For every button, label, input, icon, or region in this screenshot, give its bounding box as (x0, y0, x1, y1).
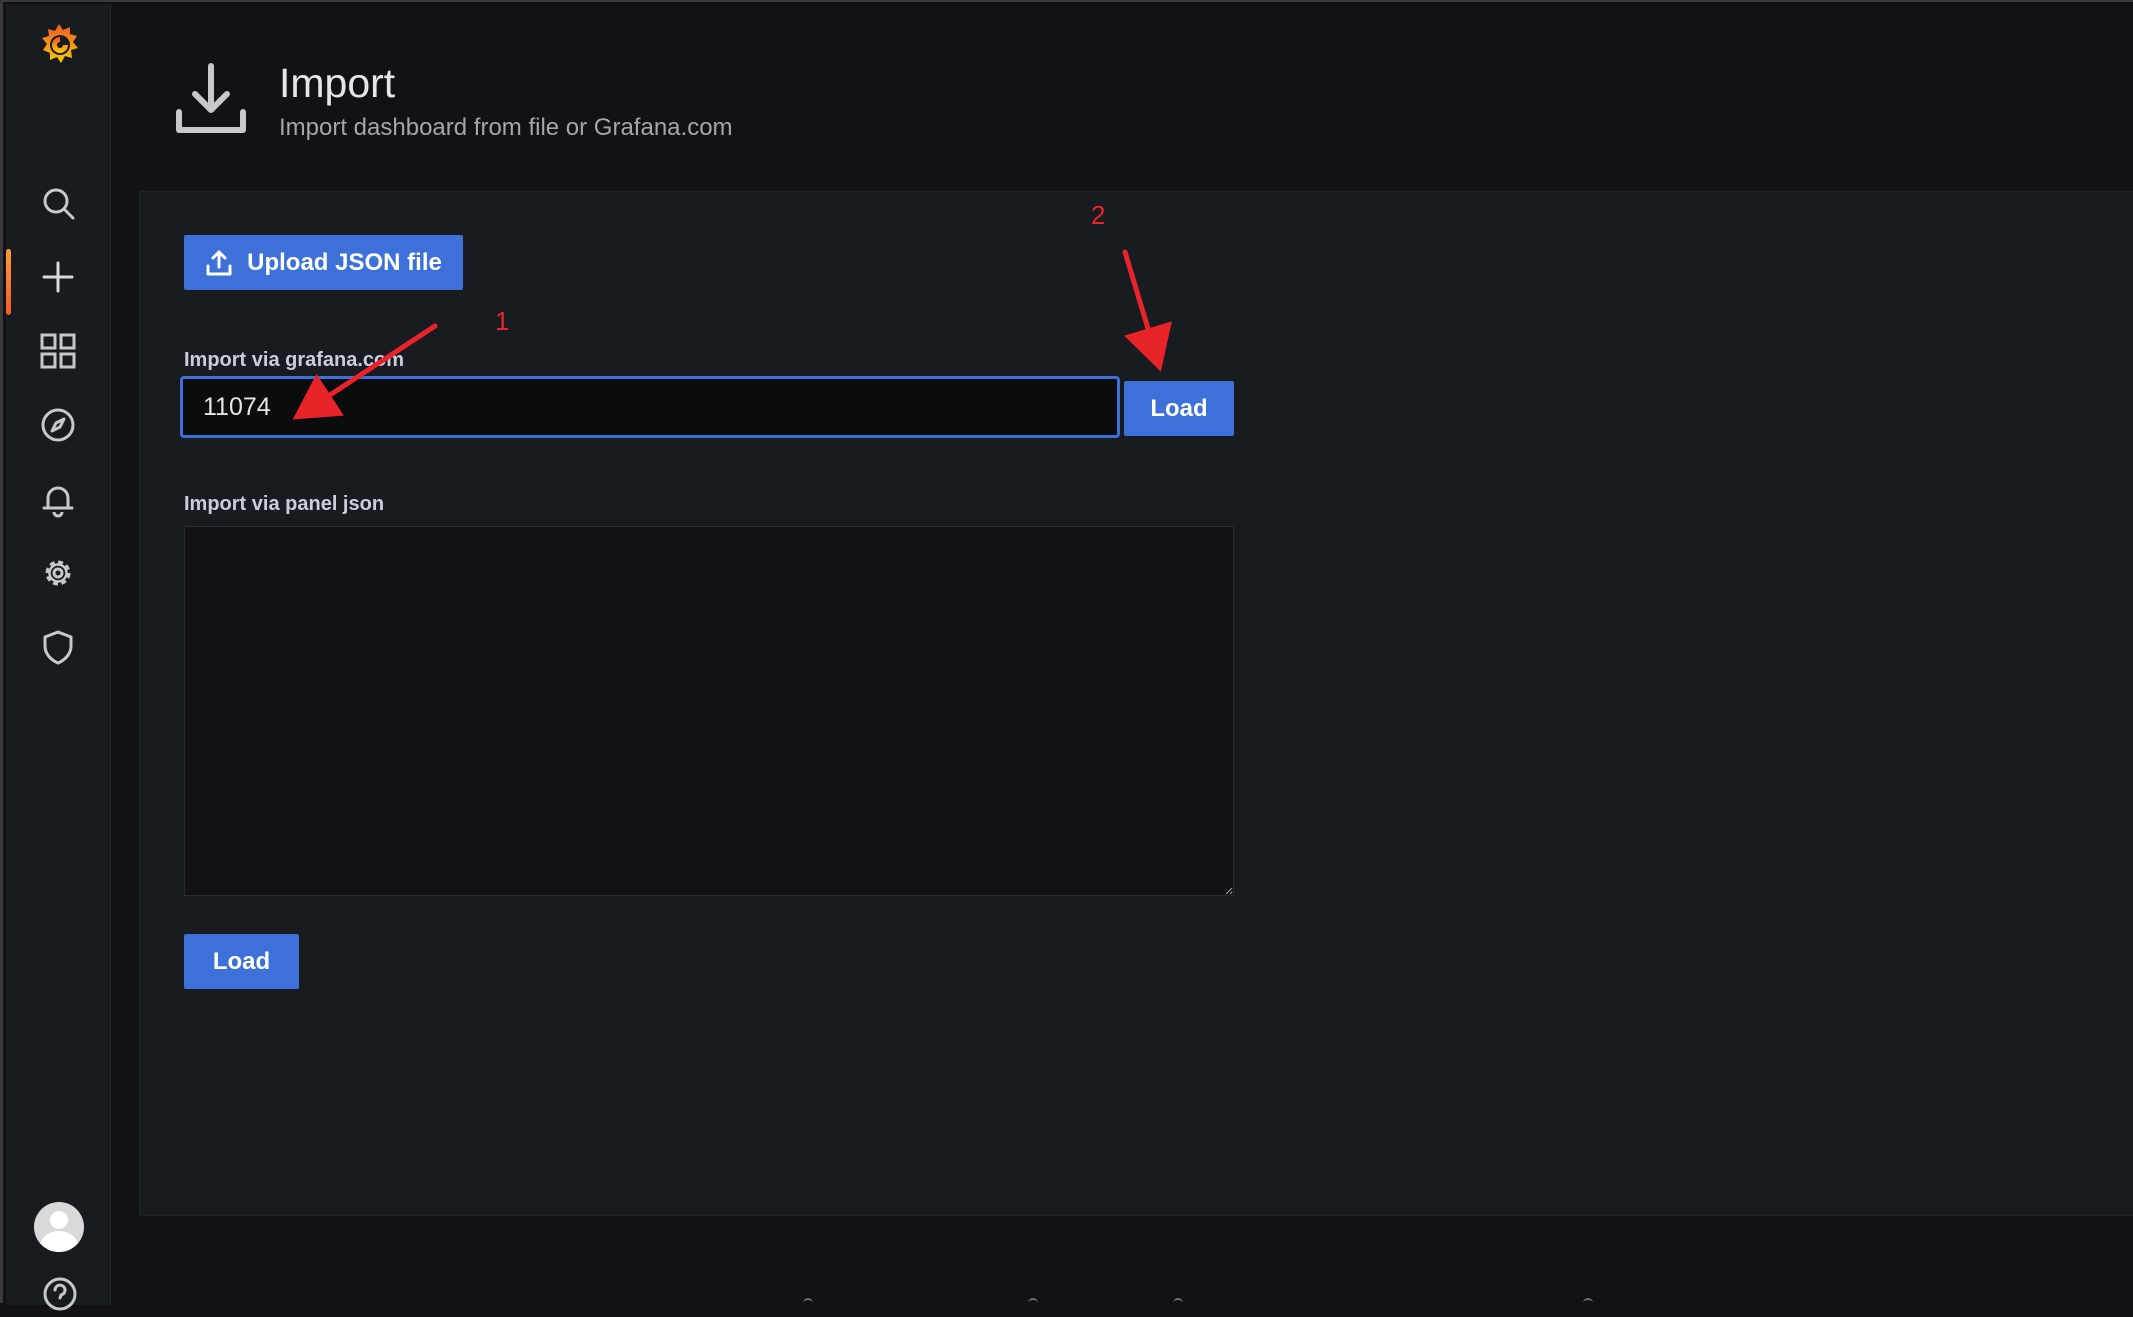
sidebar-item-create[interactable] (6, 245, 110, 315)
sidebar-item-alerting[interactable] (6, 467, 110, 531)
load-grafana-button[interactable]: Load (1124, 381, 1234, 436)
sidebar-item-configuration[interactable] (6, 541, 110, 605)
sidebar (6, 4, 111, 1311)
compass-icon (41, 408, 75, 442)
page-title: Import (279, 60, 396, 106)
import-download-icon (171, 60, 251, 140)
upload-json-label: Upload JSON file (247, 248, 442, 276)
sidebar-item-search[interactable] (6, 171, 110, 235)
apps-icon (40, 333, 76, 369)
bell-icon (42, 486, 74, 518)
import-panel: Upload JSON file Import via grafana.com … (139, 191, 2133, 1216)
load-json-button[interactable]: Load (184, 934, 299, 989)
avatar-head (50, 1211, 68, 1229)
footer-link-icon[interactable] (1028, 1298, 1038, 1306)
sidebar-item-explore[interactable] (6, 393, 110, 457)
avatar-body (40, 1231, 78, 1252)
panel-json-textarea[interactable] (184, 526, 1234, 896)
footer-links (703, 1298, 1803, 1305)
grafana-dashboard-id-input[interactable] (180, 376, 1120, 438)
footer-link-icon[interactable] (1173, 1298, 1183, 1306)
question-circle-icon[interactable] (42, 1276, 78, 1312)
user-avatar[interactable] (34, 1202, 84, 1252)
sidebar-item-dashboards[interactable] (6, 319, 110, 383)
grafana-logo-icon[interactable] (35, 20, 83, 72)
sidebar-item-server-admin[interactable] (6, 615, 110, 679)
grafana-import-label: Import via grafana.com (184, 349, 405, 371)
plus-icon (42, 261, 74, 293)
shield-icon (43, 630, 73, 665)
app-window: Import Import dashboard from file or Gra… (0, 0, 2133, 1311)
upload-icon (206, 250, 232, 275)
footer-link-icon[interactable] (803, 1298, 813, 1306)
footer-link-icon[interactable] (1583, 1298, 1593, 1306)
panel-json-label: Import via panel json (184, 493, 385, 515)
cog-icon (45, 560, 71, 586)
search-icon (43, 188, 75, 220)
page-subtitle: Import dashboard from file or Grafana.co… (279, 114, 733, 141)
upload-json-button[interactable]: Upload JSON file (184, 235, 463, 290)
